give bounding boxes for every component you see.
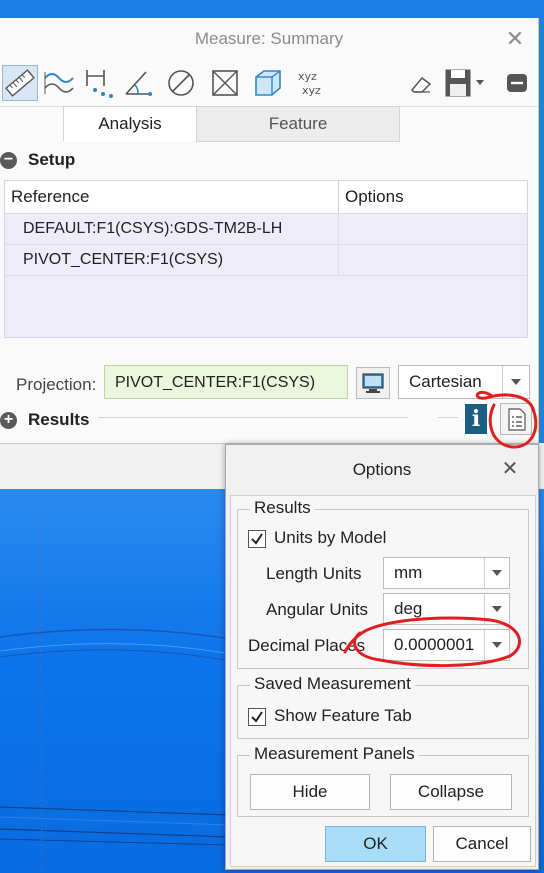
coordinate-system-value: Cartesian [409, 372, 482, 391]
results-label: Results [28, 410, 90, 429]
diameter-icon[interactable] [164, 66, 198, 100]
curve-length-icon[interactable] [42, 66, 76, 100]
reference-value: DEFAULT:F1(CSYS):GDS-TM2B-LH [23, 220, 283, 237]
svg-text:xyz: xyz [298, 70, 317, 83]
results-section-header[interactable]: + Results [0, 407, 120, 433]
units-by-model-checkbox[interactable] [248, 530, 266, 548]
eraser-icon[interactable] [404, 66, 438, 100]
setup-label: Setup [28, 150, 76, 169]
chevron-down-icon[interactable] [484, 594, 509, 624]
results-group: Results Units by Model Length Units mm A… [237, 498, 529, 669]
saved-measurement-group: Saved Measurement Show Feature Tab [237, 674, 529, 739]
coordinate-system-dropdown[interactable]: Cartesian [398, 365, 530, 399]
separator [98, 417, 408, 418]
save-icon[interactable] [442, 66, 488, 100]
angular-units-value: deg [394, 599, 423, 618]
collapse-button[interactable]: Collapse [390, 774, 512, 810]
cancel-button[interactable]: Cancel [433, 826, 531, 862]
svg-text:xyz: xyz [302, 84, 321, 97]
options-icon[interactable] [500, 403, 532, 435]
tab-analysis[interactable]: Analysis [63, 106, 197, 141]
options-dialog-title: Options [226, 445, 538, 495]
reference-value: PIVOT_CENTER:F1(CSYS) [23, 251, 224, 268]
table-row[interactable]: PIVOT_CENTER:F1(CSYS) [5, 245, 527, 276]
hide-button[interactable]: Hide [250, 774, 370, 810]
angular-units-label: Angular Units [266, 600, 369, 619]
column-reference: Reference [11, 187, 90, 206]
length-units-dropdown[interactable]: mm [383, 557, 510, 589]
panel-title: Measure: Summary [194, 29, 344, 48]
measure-toolbar: xyz xyz [0, 60, 538, 107]
results-group-title: Results [250, 498, 315, 518]
collapse-section-icon[interactable]: − [0, 152, 17, 169]
measurement-panels-group: Measurement Panels Hide Collapse [237, 744, 529, 817]
column-options: Options [345, 187, 404, 206]
monitor-icon[interactable] [356, 367, 390, 399]
separator [438, 417, 458, 418]
ok-button[interactable]: OK [325, 826, 426, 862]
transform-icon[interactable]: xyz xyz [292, 66, 326, 100]
show-feature-tab-label: Show Feature Tab [274, 706, 412, 725]
projection-label: Projection: [16, 375, 97, 394]
chevron-down-icon[interactable] [502, 366, 529, 398]
setup-section-header[interactable]: − Setup [0, 147, 200, 173]
distance-icon[interactable] [82, 66, 116, 100]
tab-feature[interactable]: Feature [196, 106, 400, 142]
decimal-places-dropdown[interactable]: 0.0000001 [383, 629, 510, 661]
expand-section-icon[interactable]: + [0, 412, 17, 429]
units-by-model-label: Units by Model [274, 528, 387, 547]
saved-measurement-title: Saved Measurement [250, 674, 415, 694]
show-feature-tab-checkbox[interactable] [248, 708, 266, 726]
measure-summary-panel: Measure: Summary ✕ xyz xyz Analysis Feat… [0, 18, 539, 444]
chevron-down-icon[interactable] [484, 630, 509, 660]
close-icon[interactable]: ✕ [498, 457, 522, 481]
decimal-places-label: Decimal Places [248, 636, 366, 655]
options-body: Results Units by Model Length Units mm A… [230, 495, 536, 867]
area-icon[interactable] [208, 66, 242, 100]
volume-icon[interactable] [250, 66, 284, 100]
measurement-panels-title: Measurement Panels [250, 744, 419, 764]
angle-icon[interactable] [122, 66, 156, 100]
projection-field[interactable]: PIVOT_CENTER:F1(CSYS) [104, 365, 348, 399]
measure-tabs: Analysis Feature [0, 106, 538, 142]
ruler-icon[interactable] [2, 65, 38, 101]
decimal-places-value: 0.0000001 [394, 635, 475, 654]
info-icon[interactable]: i [465, 404, 487, 434]
collapse-icon[interactable] [500, 66, 534, 100]
reference-table: Reference Options DEFAULT:F1(CSYS):GDS-T… [4, 180, 528, 338]
angular-units-dropdown[interactable]: deg [383, 593, 510, 625]
close-icon[interactable]: ✕ [502, 26, 528, 52]
length-units-value: mm [394, 563, 423, 582]
reference-table-header: Reference Options [5, 181, 527, 214]
chevron-down-icon[interactable] [484, 558, 509, 588]
length-units-label: Length Units [266, 564, 362, 583]
table-row[interactable]: DEFAULT:F1(CSYS):GDS-TM2B-LH [5, 214, 527, 245]
options-dialog: Options ✕ Results Units by Model Length … [225, 444, 539, 870]
